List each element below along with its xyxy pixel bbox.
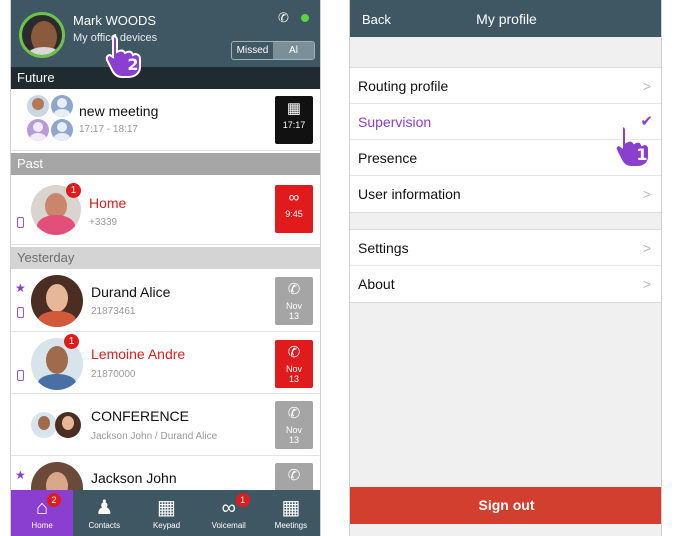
tap-step-number: 1 bbox=[636, 145, 647, 164]
person-icon: ♟ bbox=[95, 497, 114, 519]
tap-step-number: 2 bbox=[127, 55, 138, 74]
bottom-nav: ⌂ Home 2 ♟ Contacts ▦ Keypad ∞ Voicemail 1 ▦ Me… bbox=[11, 490, 320, 536]
nav-keypad[interactable]: ▦ Keypad bbox=[135, 490, 197, 536]
unread-badge: 1 bbox=[64, 334, 79, 349]
favorite-star-icon: ★ bbox=[15, 468, 26, 482]
phone-icon: ✆ bbox=[287, 344, 301, 361]
participant-avatar bbox=[27, 95, 49, 117]
menu-settings[interactable]: Settings > bbox=[350, 230, 661, 266]
sign-out-button[interactable]: Sign out bbox=[350, 487, 661, 524]
list-item-new-meeting[interactable]: new meeting 17:17 - 18:17 ▦ 17:17 bbox=[11, 89, 320, 151]
phone-icon: ✆ bbox=[287, 467, 301, 484]
phone-icon: ✆ bbox=[287, 281, 301, 298]
voicemail-badge: 1 bbox=[235, 493, 250, 507]
tap-hand-icon: 2 bbox=[105, 34, 141, 78]
participant-avatar bbox=[55, 412, 81, 438]
home-badge: 2 bbox=[47, 493, 61, 507]
settings-menu-group: Settings > About > bbox=[350, 229, 661, 303]
item-subtitle: 17:17 - 18:17 bbox=[79, 124, 138, 135]
my-profile-screen: My profile Back Routing profile > Supervi… bbox=[349, 0, 662, 536]
back-button[interactable]: Back bbox=[362, 12, 391, 27]
user-avatar[interactable] bbox=[19, 12, 65, 58]
home-icon: ⌂ bbox=[36, 497, 49, 519]
chevron-right-icon: > bbox=[642, 78, 651, 94]
filter-segment: Missed Al bbox=[231, 41, 315, 60]
item-title: Jackson John bbox=[91, 470, 177, 486]
tap-hand-icon: 1 bbox=[614, 124, 650, 168]
nav-meetings[interactable]: ▦ Meetings bbox=[260, 490, 320, 536]
item-subtitle: 21873461 bbox=[91, 306, 136, 317]
call-forward-icon[interactable]: ✆ bbox=[278, 10, 289, 26]
unread-badge: 1 bbox=[66, 183, 81, 198]
section-future: Future bbox=[11, 67, 320, 89]
calendar-icon: ▦ bbox=[281, 497, 301, 519]
filter-all-button[interactable]: Al bbox=[273, 42, 314, 59]
user-header: Mark WOODS My office devices ✆ Missed Al bbox=[11, 0, 320, 67]
person-icon bbox=[51, 119, 73, 141]
meeting-tile[interactable]: ▦ 17:17 bbox=[275, 96, 313, 144]
item-title: Lemoine Andre bbox=[91, 346, 186, 362]
item-title: Durand Alice bbox=[91, 284, 171, 300]
profile-header: My profile Back bbox=[350, 0, 661, 37]
participant-avatar bbox=[31, 412, 57, 438]
menu-routing-profile[interactable]: Routing profile > bbox=[350, 68, 661, 104]
voicemail-icon: ∞ bbox=[221, 497, 236, 519]
item-title: CONFERENCE bbox=[91, 408, 190, 424]
section-past: Past bbox=[11, 153, 320, 175]
voicemail-icon: ∞ bbox=[288, 189, 300, 206]
call-tile[interactable]: ✆ Nov 13 bbox=[275, 277, 313, 325]
filter-missed-button[interactable]: Missed bbox=[232, 42, 273, 59]
calendar-icon: ▦ bbox=[286, 100, 302, 117]
menu-user-information[interactable]: User information > bbox=[350, 176, 661, 212]
chevron-right-icon: > bbox=[642, 186, 651, 202]
phone-icon: ✆ bbox=[287, 405, 301, 422]
menu-about[interactable]: About > bbox=[350, 266, 661, 302]
chevron-right-icon: > bbox=[642, 240, 651, 256]
favorite-star-icon: ★ bbox=[15, 281, 26, 295]
page-title: My profile bbox=[476, 11, 537, 27]
item-subtitle: +3339 bbox=[89, 217, 118, 228]
call-tile[interactable]: ✆ Nov 13 bbox=[275, 401, 313, 449]
item-title: Home bbox=[89, 195, 127, 211]
section-yesterday: Yesterday bbox=[11, 247, 320, 269]
keypad-icon: ▦ bbox=[157, 497, 176, 519]
nav-home[interactable]: ⌂ Home 2 bbox=[11, 490, 74, 536]
list-item-conference[interactable]: CONFERENCE Jackson John / Durand Alice ✆… bbox=[11, 394, 320, 456]
mobile-icon bbox=[17, 217, 24, 228]
user-name[interactable]: Mark WOODS bbox=[73, 13, 156, 28]
conversations-screen: Mark WOODS My office devices ✆ Missed Al… bbox=[10, 0, 321, 536]
person-icon bbox=[27, 119, 49, 141]
list-item-durand-alice[interactable]: ★ Durand Alice 21873461 ✆ Nov 13 bbox=[11, 269, 320, 332]
mobile-icon bbox=[17, 370, 24, 381]
presence-online-icon bbox=[301, 14, 309, 22]
person-icon bbox=[51, 95, 73, 117]
list-item-lemoine-andre[interactable]: 1 Lemoine Andre 21870000 ✆ Nov 13 bbox=[11, 332, 320, 394]
item-subtitle: 21870000 bbox=[91, 369, 136, 380]
contact-avatar bbox=[31, 275, 83, 327]
item-subtitle: Jackson John / Durand Alice bbox=[91, 431, 218, 442]
chevron-right-icon: > bbox=[642, 276, 651, 292]
voicemail-tile[interactable]: ∞ 9:45 bbox=[275, 185, 313, 233]
nav-voicemail[interactable]: ∞ Voicemail 1 bbox=[198, 490, 260, 536]
call-tile[interactable]: ✆ Nov 13 bbox=[275, 340, 313, 388]
item-title: new meeting bbox=[79, 103, 159, 119]
mobile-icon bbox=[17, 307, 24, 318]
list-item-home[interactable]: 1 Home +3339 ∞ 9:45 bbox=[11, 175, 320, 245]
nav-contacts[interactable]: ♟ Contacts bbox=[73, 490, 135, 536]
